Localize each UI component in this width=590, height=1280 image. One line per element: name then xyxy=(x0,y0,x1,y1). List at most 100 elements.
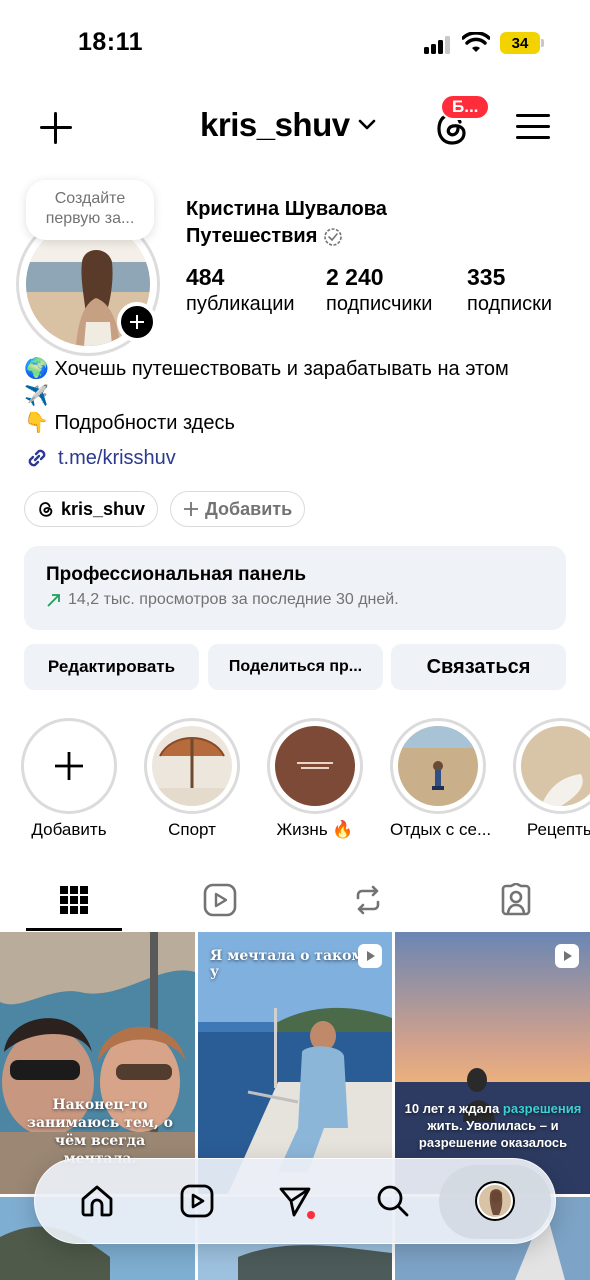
add-pill-label: Добавить xyxy=(205,498,293,519)
plus-icon xyxy=(55,752,83,780)
contact-button[interactable]: Связаться xyxy=(391,644,566,690)
profile-avatar-icon xyxy=(475,1181,515,1221)
repost-icon xyxy=(356,885,380,915)
threads-small-icon xyxy=(39,502,53,517)
highlight-vacation[interactable]: Отдых с се... xyxy=(390,718,492,840)
reels-tab[interactable] xyxy=(175,1179,219,1223)
trend-up-icon xyxy=(47,594,60,607)
reel-badge-icon xyxy=(358,944,382,968)
full-name: Кристина Шувалова xyxy=(186,198,387,220)
link-icon xyxy=(28,449,46,467)
highlight-ring xyxy=(390,718,486,814)
professional-dashboard[interactable]: Профессиональная панель 14,2 тыс. просмо… xyxy=(24,546,566,630)
notification-dot xyxy=(307,1211,315,1219)
highlight-life[interactable]: Жизнь 🔥 xyxy=(267,718,363,840)
pro-subtitle: 14,2 тыс. просмотров за последние 30 дне… xyxy=(68,591,399,608)
post-caption-highlight: разрешения xyxy=(502,1101,582,1116)
bio-line: 🌍 Хочешь путешествовать и зарабатывать н… xyxy=(24,358,509,380)
edit-profile-button[interactable]: Редактировать xyxy=(24,644,199,690)
threads-pill-label: kris_shuv xyxy=(61,498,146,519)
highlight-recipes[interactable]: Рецепты xyxy=(513,718,590,840)
highlight-label: Спорт xyxy=(168,820,216,839)
search-icon xyxy=(377,1185,409,1217)
stat-posts[interactable]: 484 публикации xyxy=(186,264,295,316)
home-icon xyxy=(81,1185,113,1217)
highlight-cover xyxy=(398,726,478,806)
highlight-ring xyxy=(513,718,590,814)
signal-icon xyxy=(424,36,452,54)
category: Путешествия xyxy=(186,225,343,248)
bio-line: ✈️ xyxy=(24,385,49,407)
stat-following[interactable]: 335 подписки xyxy=(467,264,552,316)
tab-reposts[interactable] xyxy=(348,880,388,920)
username: kris_shuv xyxy=(200,106,350,143)
status-bar: 18:11 34 xyxy=(0,0,590,88)
highlight-cover xyxy=(152,726,232,806)
highlight-cover xyxy=(521,726,590,806)
reels-icon xyxy=(180,1184,214,1218)
highlight-label: Отдых с се... xyxy=(390,820,492,839)
profile-tabs xyxy=(0,868,590,932)
create-plus-icon[interactable] xyxy=(36,108,76,148)
highlight-label: Добавить xyxy=(31,820,107,839)
verified-check-icon xyxy=(324,227,343,246)
post-tile[interactable]: 10 лет я ждала разрешения жить. Уволилас… xyxy=(395,932,590,1194)
stat-following-value: 335 xyxy=(467,264,506,290)
note-bubble[interactable]: Создайте первую за... xyxy=(26,180,154,240)
profile-tab[interactable] xyxy=(473,1179,517,1223)
chevron-down-icon xyxy=(358,119,375,130)
post-caption-a: 10 лет я ждала xyxy=(404,1101,500,1116)
pro-subtitle-row: 14,2 тыс. просмотров за последние 30 дне… xyxy=(46,591,544,609)
home-tab[interactable] xyxy=(75,1179,119,1223)
status-time: 18:11 xyxy=(78,28,144,56)
stat-followers[interactable]: 2 240 подписчики xyxy=(326,264,432,316)
stat-following-label: подписки xyxy=(467,293,553,315)
add-story-icon[interactable] xyxy=(117,302,157,342)
top-nav: kris_shuv Б... xyxy=(0,94,590,158)
tab-active-indicator xyxy=(26,928,122,931)
tab-tagged[interactable] xyxy=(496,880,536,920)
profile-stats: 484 публикации 2 240 подписчики 335 подп… xyxy=(186,264,576,324)
wifi-icon xyxy=(462,32,490,52)
highlight-ring xyxy=(267,718,363,814)
stat-followers-value: 2 240 xyxy=(326,264,384,290)
tab-reels[interactable] xyxy=(200,880,240,920)
highlight-add[interactable]: Добавить xyxy=(21,718,117,840)
bio-link[interactable]: t.me/krisshuv xyxy=(24,445,176,471)
tab-grid[interactable] xyxy=(54,880,94,920)
stat-posts-value: 484 xyxy=(186,264,225,290)
search-tab[interactable] xyxy=(371,1179,415,1223)
tagged-icon xyxy=(501,883,531,916)
account-switcher[interactable]: kris_shuv xyxy=(200,106,376,144)
bio-line: 👇 Подробности здесь xyxy=(24,412,235,434)
pro-title: Профессиональная панель xyxy=(46,564,307,585)
post-caption-b: жить. Уволилась – и разрешение оказалось xyxy=(418,1118,568,1150)
post-tile[interactable]: Я мечтала о таком у xyxy=(198,932,392,1194)
plus-icon xyxy=(184,502,198,516)
highlight-add-ring xyxy=(21,718,117,814)
reels-icon xyxy=(203,883,237,917)
highlight-label: Рецепты xyxy=(526,820,590,839)
highlight-ring xyxy=(144,718,240,814)
bio-link-text: t.me/krisshuv xyxy=(58,446,176,469)
bio: 🌍 Хочешь путешествовать и зарабатывать н… xyxy=(24,356,574,437)
stat-followers-label: подписчики xyxy=(326,293,433,315)
category-label: Путешествия xyxy=(186,225,318,247)
post-caption: 10 лет я ждала разрешения жить. Уволилас… xyxy=(403,1100,583,1151)
highlight-cover xyxy=(275,726,355,806)
reel-badge-icon xyxy=(555,944,579,968)
threads-pill[interactable]: kris_shuv xyxy=(24,491,159,527)
grid-icon xyxy=(60,886,88,914)
post-tile[interactable]: Наконец-то занимаюсь тем, о чём всегда м… xyxy=(0,932,195,1194)
battery-icon: 34 xyxy=(500,32,544,54)
share-profile-button[interactable]: Поделиться пр... xyxy=(208,644,383,690)
add-pill[interactable]: Добавить xyxy=(170,491,306,527)
direct-tab[interactable] xyxy=(273,1179,317,1223)
stat-posts-label: публикации xyxy=(186,293,295,315)
bottom-tab-bar xyxy=(34,1158,556,1244)
highlight-label: Жизнь 🔥 xyxy=(276,820,354,839)
menu-icon[interactable] xyxy=(516,112,550,142)
post-caption: Я мечтала о таком у xyxy=(210,948,364,980)
threads-badge: Б... xyxy=(440,94,491,120)
highlight-sport[interactable]: Спорт xyxy=(144,718,240,840)
